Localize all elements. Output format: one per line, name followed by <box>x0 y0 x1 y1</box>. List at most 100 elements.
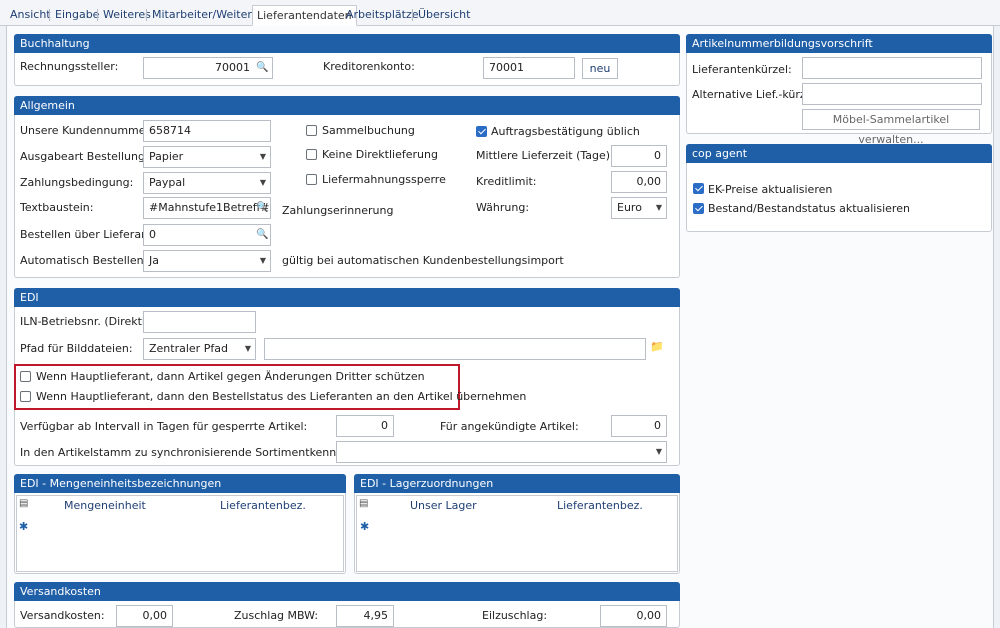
lager-col-unser-lager[interactable]: Unser Lager <box>410 499 477 512</box>
waehrung-label: Währung: <box>476 201 530 214</box>
zahlungsbedingung-select[interactable]: Paypal ▼ <box>143 172 271 194</box>
kundennummer-label: Unsere Kundennummer: <box>20 124 154 137</box>
artikelnr-header: Artikelnummerbildungsvorschrift <box>686 34 992 53</box>
auftragsbestaetigung-label: Auftragsbestätigung üblich <box>491 125 640 138</box>
chevron-down-icon: ▼ <box>259 256 266 265</box>
waehrung-select[interactable]: Euro ▼ <box>611 197 667 219</box>
zahlungsbedingung-value: Paypal <box>149 176 186 189</box>
edi-mengen-header: EDI - Mengeneinheitsbezeichnungen <box>14 474 346 493</box>
angekuendigt-input[interactable]: 0 <box>611 415 667 437</box>
bestellen-ueber-input[interactable]: 0 <box>143 224 271 246</box>
ausgabeart-label: Ausgabeart Bestellung: <box>20 150 149 163</box>
auto-bestellen-label: Automatisch Bestellen: <box>20 254 148 267</box>
tab-ansicht[interactable]: Ansicht <box>6 5 55 26</box>
zuschlag-label: Zuschlag MBW: <box>234 609 319 622</box>
tab-lieferantendaten[interactable]: Lieferantendaten <box>252 5 357 26</box>
auto-bestellen-value: Ja <box>149 254 159 267</box>
kreditlimit-input[interactable]: 0,00 <box>611 171 667 193</box>
lieferzeit-label: Mittlere Lieferzeit (Tage): <box>476 149 614 162</box>
zahlungserinnerung-label: Zahlungserinnerung <box>282 204 394 217</box>
moebel-sammelartikel-button[interactable]: Möbel-Sammelartikel verwalten... <box>802 109 980 146</box>
tab-separator <box>97 9 98 21</box>
alt-kuerzel-label: Alternative Lief.-kürzel: <box>692 88 820 101</box>
bestellstatus-checkbox[interactable] <box>20 391 31 402</box>
pfad-label: Pfad für Bilddateien: <box>20 342 133 355</box>
mengen-col-mengeneinheit[interactable]: Mengeneinheit <box>64 499 146 512</box>
chevron-down-icon: ▼ <box>259 152 266 161</box>
ausgabeart-value: Papier <box>149 150 184 163</box>
tab-separator <box>146 9 147 21</box>
new-row-icon[interactable]: ✱ <box>19 520 28 533</box>
eilzuschlag-label: Eilzuschlag: <box>482 609 548 622</box>
bestand-label: Bestand/Bestandstatus aktualisieren <box>708 202 910 215</box>
pfad-value: Zentraler Pfad <box>149 342 228 355</box>
verfuegbar-label: Verfügbar ab Intervall in Tagen für gesp… <box>20 420 308 433</box>
chevron-down-icon: ▼ <box>655 447 662 456</box>
auftragsbestaetigung-checkbox[interactable] <box>476 126 487 137</box>
iln-input[interactable] <box>143 311 256 333</box>
tab-separator <box>412 9 413 21</box>
liefermahnungssperre-label: Liefermahnungssperre <box>322 173 446 186</box>
buchhaltung-header: Buchhaltung <box>14 34 680 53</box>
waehrung-value: Euro <box>617 201 642 214</box>
angekuendigt-label: Für angekündigte Artikel: <box>440 420 579 433</box>
cop-agent-header: cop agent <box>686 144 992 163</box>
iln-label: ILN-Betriebsnr. (Direktl.): <box>20 315 157 328</box>
tab-separator <box>49 9 50 21</box>
tab-eingabe[interactable]: Eingabe <box>51 5 103 26</box>
chevron-down-icon: ▼ <box>244 344 251 353</box>
sortiment-select[interactable]: ▼ <box>336 441 667 463</box>
zahlungsbedingung-label: Zahlungsbedingung: <box>20 176 134 189</box>
kundennummer-input[interactable]: 658714 <box>143 120 271 142</box>
edi-header: EDI <box>14 288 680 307</box>
lieferzeit-input[interactable]: 0 <box>611 145 667 167</box>
binoculars-search-icon[interactable]: 🔍 <box>256 229 272 241</box>
keine-direktlieferung-label: Keine Direktlieferung <box>322 148 438 161</box>
chevron-down-icon: ▼ <box>259 178 266 187</box>
sortiment-label: In den Artikelstamm zu synchronisierende… <box>20 446 375 459</box>
tab-mitarbeiter-weiteres[interactable]: Mitarbeiter/Weiteres <box>148 5 268 26</box>
folder-icon[interactable]: 📁 <box>650 341 664 353</box>
grid-menu-icon[interactable]: ▤ <box>359 498 368 509</box>
tab-uebersicht[interactable]: Übersicht <box>414 5 474 26</box>
verfuegbar-input[interactable]: 0 <box>336 415 394 437</box>
bestand-checkbox[interactable] <box>693 203 704 214</box>
zuschlag-input[interactable]: 4,95 <box>336 605 394 627</box>
lager-col-lieferantenbez[interactable]: Lieferantenbez. <box>557 499 643 512</box>
binoculars-search-icon[interactable]: 🔍 <box>256 202 272 214</box>
tab-arbeitsplaetze[interactable]: Arbeitsplätze <box>342 5 423 26</box>
mengen-col-lieferantenbez[interactable]: Lieferantenbez. <box>220 499 306 512</box>
versandkosten-label: Versandkosten: <box>20 609 105 622</box>
schuetzen-checkbox[interactable] <box>20 371 31 382</box>
tab-bar: Ansicht Eingabe Weiteres Mitarbeiter/Wei… <box>0 0 1000 26</box>
pfad-select[interactable]: Zentraler Pfad ▼ <box>143 338 256 360</box>
schuetzen-label: Wenn Hauptlieferant, dann Artikel gegen … <box>36 370 425 383</box>
auto-bestellen-select[interactable]: Ja ▼ <box>143 250 271 272</box>
kuerzel-input[interactable] <box>802 57 982 79</box>
binoculars-search-icon[interactable]: 🔍 <box>256 62 272 74</box>
ek-preise-label: EK-Preise aktualisieren <box>708 183 833 196</box>
eilzuschlag-input[interactable]: 0,00 <box>600 605 667 627</box>
textbaustein-label: Textbaustein: <box>20 201 94 214</box>
keine-direktlieferung-checkbox[interactable] <box>306 149 317 160</box>
pfad-path-input[interactable] <box>264 338 646 360</box>
allgemein-header: Allgemein <box>14 96 680 115</box>
alt-kuerzel-input[interactable] <box>802 83 982 105</box>
liefermahnungssperre-checkbox[interactable] <box>306 174 317 185</box>
neu-button[interactable]: neu <box>582 58 618 79</box>
new-row-icon[interactable]: ✱ <box>360 520 369 533</box>
versand-header: Versandkosten <box>14 582 680 601</box>
kreditorenkonto-input[interactable]: 70001 <box>483 57 575 79</box>
sammelbuchung-label: Sammelbuchung <box>322 124 415 137</box>
kuerzel-label: Lieferantenkürzel: <box>692 63 792 76</box>
ausgabeart-select[interactable]: Papier ▼ <box>143 146 271 168</box>
rechnungssteller-input[interactable]: 70001 <box>143 57 273 79</box>
chevron-down-icon: ▼ <box>655 203 662 212</box>
auto-bestellen-hint: gültig bei automatischen Kundenbestellun… <box>282 254 564 267</box>
sammelbuchung-checkbox[interactable] <box>306 125 317 136</box>
textbaustein-input[interactable]: #Mahnstufe1Betreff# <box>143 197 271 219</box>
bestellen-ueber-label: Bestellen über Lieferant: <box>20 228 157 241</box>
versandkosten-input[interactable]: 0,00 <box>116 605 173 627</box>
grid-menu-icon[interactable]: ▤ <box>19 498 28 509</box>
ek-preise-checkbox[interactable] <box>693 183 704 194</box>
